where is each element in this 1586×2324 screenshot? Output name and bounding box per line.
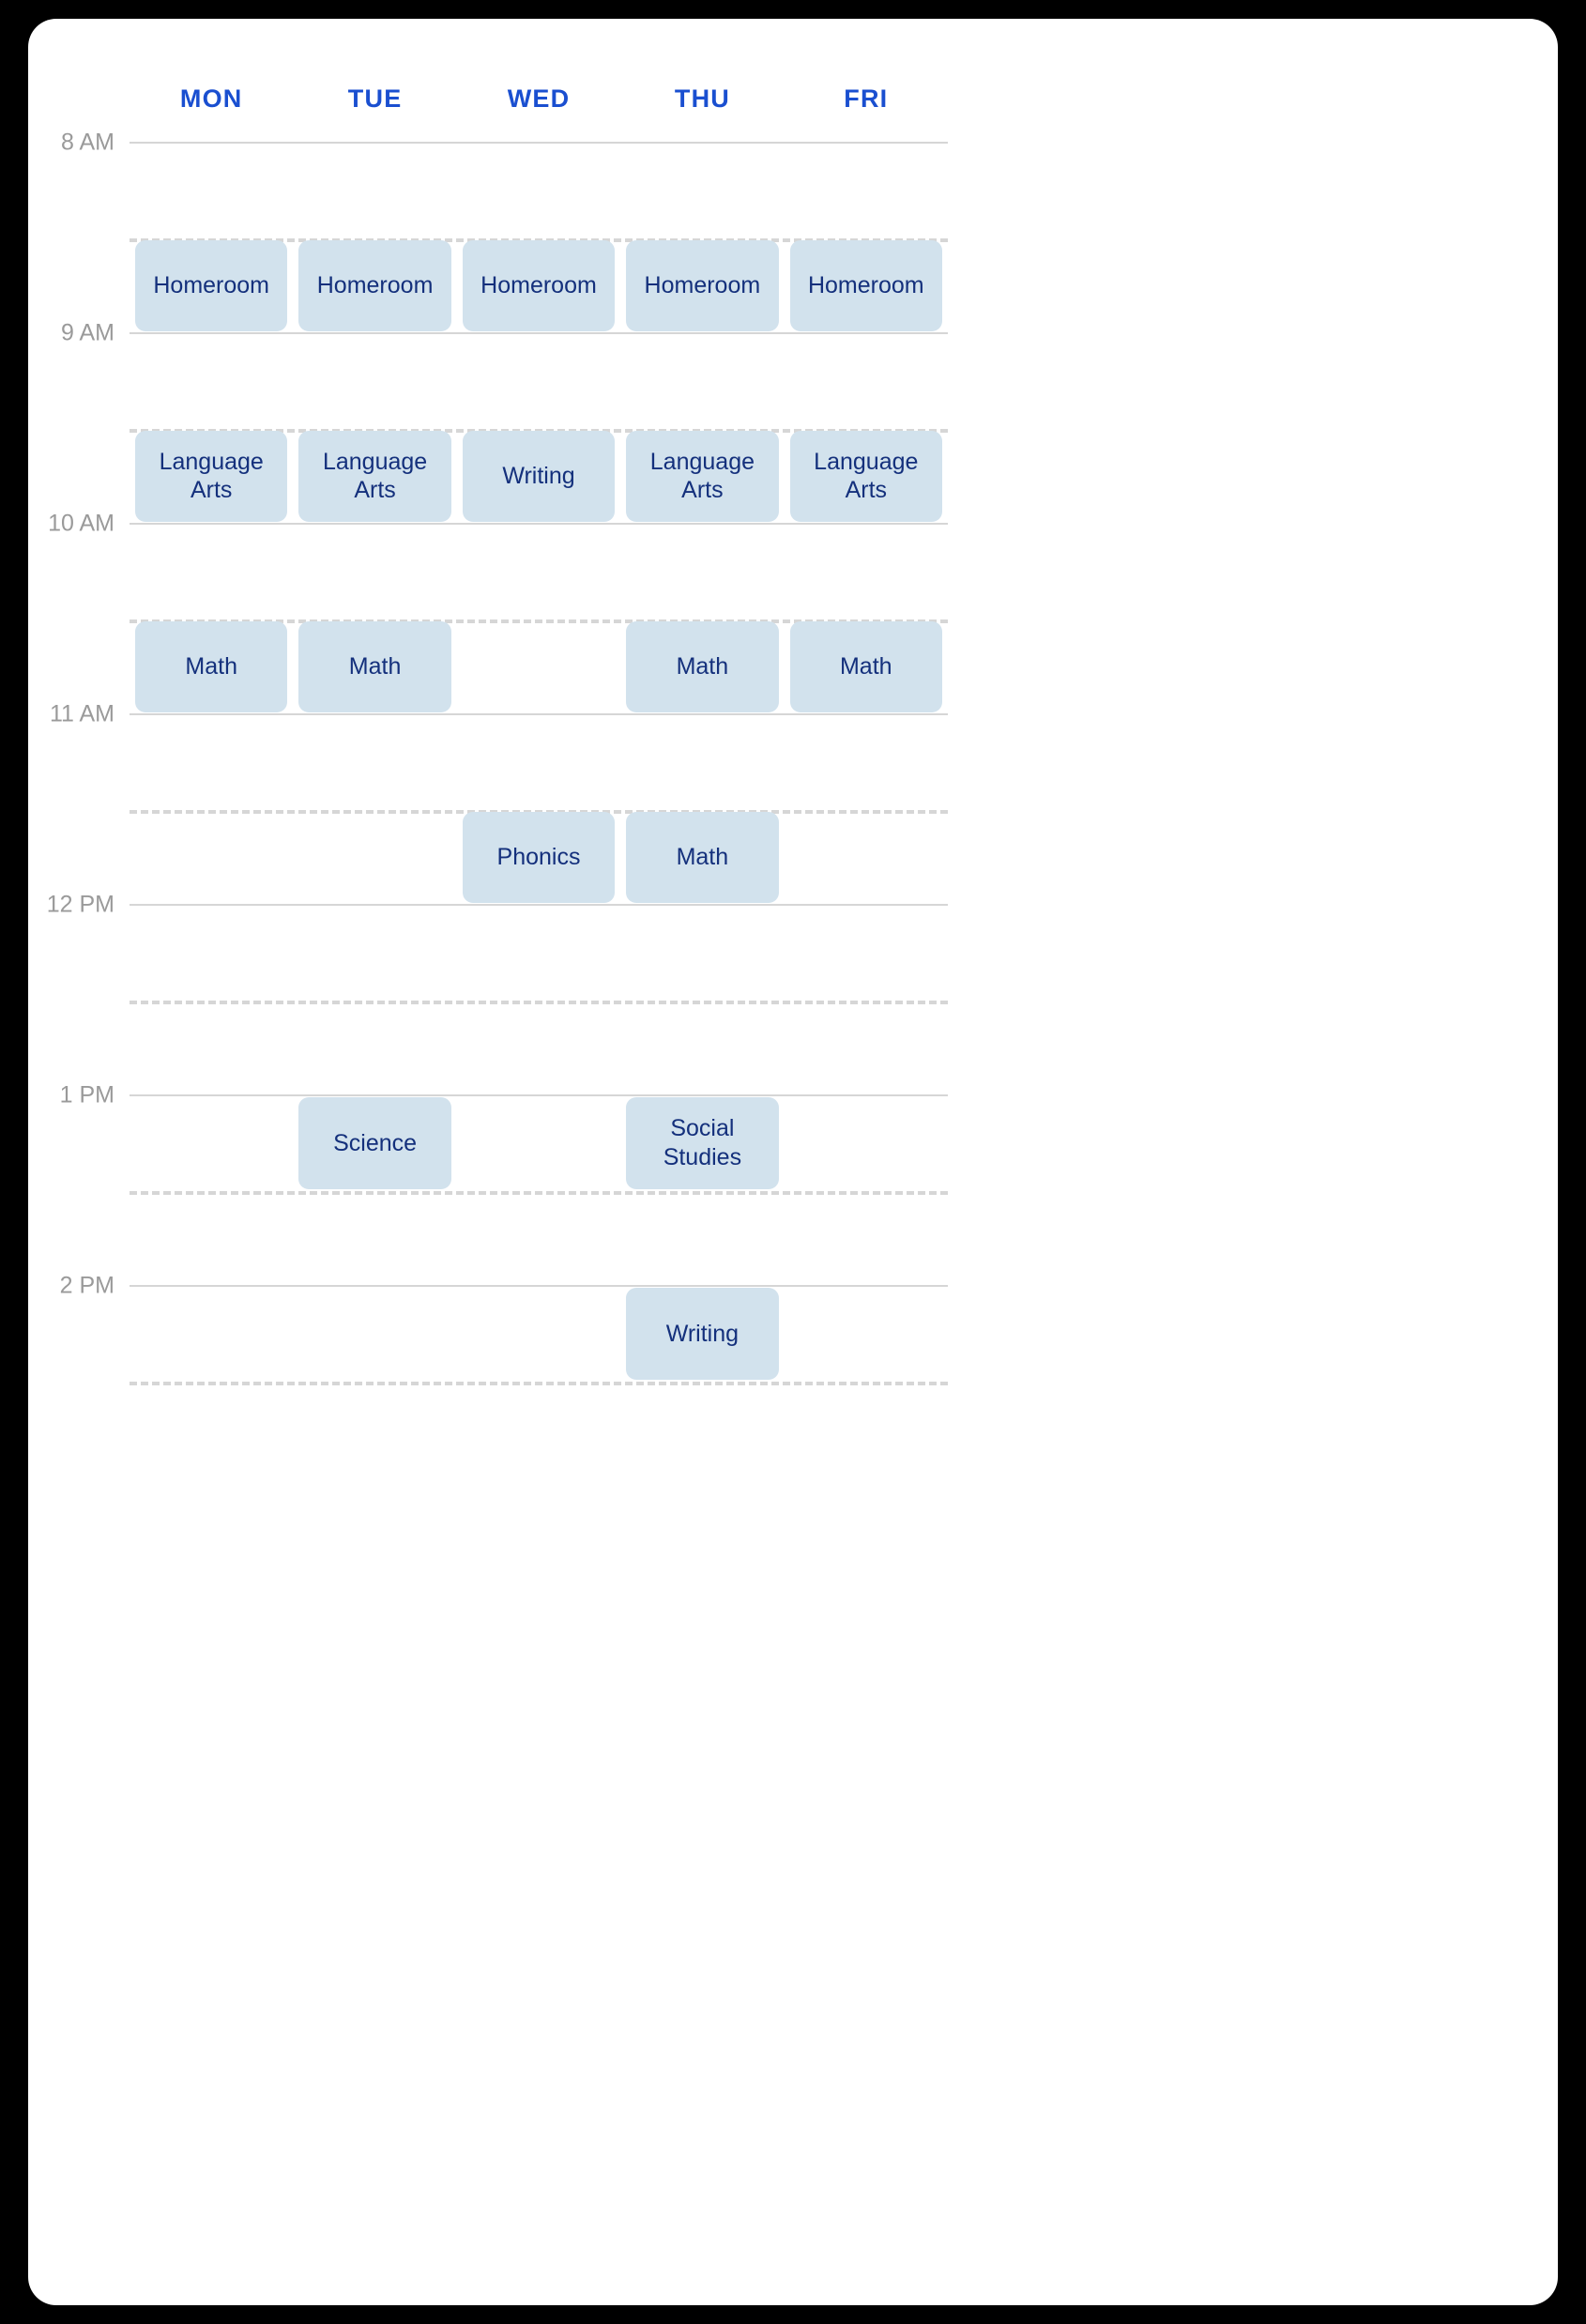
event-label: Homeroom xyxy=(480,272,597,298)
event-label: Language Arts xyxy=(649,448,755,504)
event-label: Math xyxy=(839,653,892,680)
event-block[interactable]: Phonics xyxy=(462,811,616,903)
event-block[interactable]: Language Arts xyxy=(789,430,942,522)
event-label: Language Arts xyxy=(159,448,264,504)
event-label: Homeroom xyxy=(807,272,924,298)
hour-gridline-12 xyxy=(130,904,948,906)
time-label-14: 2 PM xyxy=(59,1272,114,1299)
event-block[interactable]: Science xyxy=(298,1097,451,1189)
event-block[interactable]: Math xyxy=(789,620,942,712)
event-label: Math xyxy=(676,844,729,870)
event-block[interactable]: Homeroom xyxy=(626,239,779,331)
time-label-8: 8 AM xyxy=(61,129,114,156)
hour-gridline-14 xyxy=(130,1285,948,1287)
day-header-thu[interactable]: THU xyxy=(620,77,784,120)
event-block[interactable]: Language Arts xyxy=(298,430,451,522)
event-block[interactable]: Writing xyxy=(626,1288,779,1380)
event-block[interactable]: Homeroom xyxy=(135,239,288,331)
event-label: Math xyxy=(185,653,237,680)
event-label: Writing xyxy=(665,1320,740,1347)
event-label: Homeroom xyxy=(153,272,270,298)
event-block[interactable]: Homeroom xyxy=(298,239,451,331)
half-hour-gridline-14 xyxy=(130,1381,948,1385)
event-block[interactable]: Homeroom xyxy=(789,239,942,331)
event-label: Language Arts xyxy=(322,448,428,504)
schedule-card: MON TUE WED THU FRI 8 AM 9 AM 10 AM 11 AM 12 PM 1… xyxy=(28,19,1558,2305)
event-block[interactable]: Language Arts xyxy=(135,430,288,522)
time-label-12: 12 PM xyxy=(46,891,114,918)
event-label: Math xyxy=(348,653,402,680)
day-header-fri[interactable]: FRI xyxy=(785,77,948,120)
event-label: Writing xyxy=(502,463,575,489)
event-block[interactable]: Social Studies xyxy=(626,1097,779,1189)
hour-gridline-10 xyxy=(130,523,948,525)
event-block[interactable]: Writing xyxy=(462,430,616,522)
event-block[interactable]: Math xyxy=(626,620,779,712)
day-header-row: MON TUE WED THU FRI xyxy=(130,77,948,120)
day-header-mon[interactable]: MON xyxy=(130,77,293,120)
event-label: Language Arts xyxy=(814,448,919,504)
day-header-tue[interactable]: TUE xyxy=(293,77,456,120)
hour-gridline-13 xyxy=(130,1094,948,1096)
event-label: Social Studies xyxy=(663,1115,742,1170)
time-label-11: 11 AM xyxy=(49,700,114,727)
event-block[interactable]: Math xyxy=(298,620,451,712)
event-label: Phonics xyxy=(496,844,581,870)
event-label: Math xyxy=(676,653,729,680)
event-block[interactable]: Math xyxy=(135,620,288,712)
event-label: Homeroom xyxy=(316,272,434,298)
time-label-10: 10 AM xyxy=(48,510,114,537)
half-hour-gridline-13 xyxy=(130,1190,948,1195)
event-label: Science xyxy=(333,1129,418,1156)
half-hour-gridline-12 xyxy=(130,1000,948,1004)
hour-gridline-8 xyxy=(130,142,948,144)
event-block[interactable]: Math xyxy=(626,811,779,903)
event-block[interactable]: Language Arts xyxy=(626,430,779,522)
event-label: Homeroom xyxy=(644,272,761,298)
hour-gridline-9 xyxy=(130,332,948,334)
event-block[interactable]: Homeroom xyxy=(462,239,616,331)
day-header-wed[interactable]: WED xyxy=(457,77,620,120)
time-label-13: 1 PM xyxy=(59,1081,114,1108)
hour-gridline-11 xyxy=(130,713,948,715)
time-label-9: 9 AM xyxy=(61,319,114,346)
